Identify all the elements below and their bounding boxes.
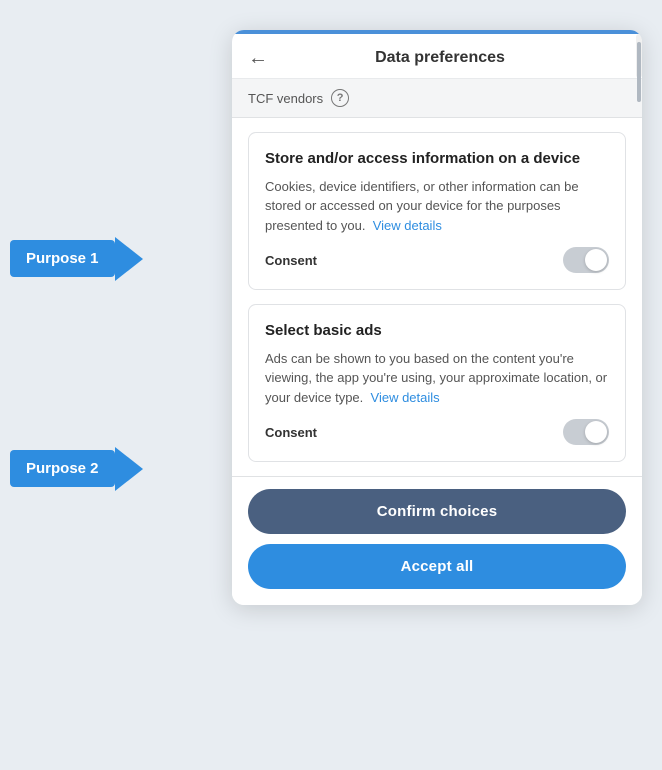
purpose-1-toggle-knob bbox=[585, 249, 607, 271]
purpose-1-consent-label: Consent bbox=[265, 253, 317, 268]
tcf-help-icon[interactable]: ? bbox=[331, 89, 349, 107]
modal-card: ← Data preferences TCF vendors ? Store a… bbox=[232, 30, 642, 605]
scrollbar-thumb bbox=[637, 42, 641, 102]
purpose-2-title: Select basic ads bbox=[265, 321, 609, 341]
outer-wrapper: Purpose 1 Purpose 2 ← Data preferences T… bbox=[0, 20, 662, 770]
purpose-2-view-details-link[interactable]: View details bbox=[371, 390, 440, 405]
purpose-2-toggle[interactable] bbox=[563, 419, 609, 445]
scrollbar-track bbox=[636, 34, 642, 78]
tcf-vendors-label: TCF vendors bbox=[248, 91, 323, 106]
confirm-choices-button[interactable]: Confirm choices bbox=[248, 489, 626, 534]
modal-footer: Confirm choices Accept all bbox=[232, 476, 642, 605]
back-button[interactable]: ← bbox=[248, 48, 278, 68]
purpose-1-arrow: Purpose 1 bbox=[10, 240, 115, 277]
modal-title: Data preferences bbox=[278, 49, 626, 67]
purpose-1-desc: Cookies, device identifiers, or other in… bbox=[265, 177, 609, 236]
purpose-2-label: Purpose 2 bbox=[10, 450, 115, 487]
purpose-2-card: Select basic ads Ads can be shown to you… bbox=[248, 304, 626, 462]
modal-header: ← Data preferences bbox=[232, 34, 642, 79]
purpose-1-view-details-link[interactable]: View details bbox=[373, 218, 442, 233]
purpose-1-label: Purpose 1 bbox=[10, 240, 115, 277]
purpose-1-title: Store and/or access information on a dev… bbox=[265, 149, 609, 169]
tcf-vendors-row: TCF vendors ? bbox=[232, 79, 642, 118]
purpose-2-toggle-knob bbox=[585, 421, 607, 443]
purpose-1-card: Store and/or access information on a dev… bbox=[248, 132, 626, 290]
modal-scroll-area[interactable]: Store and/or access information on a dev… bbox=[232, 118, 642, 476]
purpose-1-consent-row: Consent bbox=[265, 247, 609, 273]
accept-all-button[interactable]: Accept all bbox=[248, 544, 626, 589]
purpose-1-toggle[interactable] bbox=[563, 247, 609, 273]
purpose-2-desc: Ads can be shown to you based on the con… bbox=[265, 349, 609, 408]
purpose-2-consent-row: Consent bbox=[265, 419, 609, 445]
purpose-2-arrow: Purpose 2 bbox=[10, 450, 115, 487]
purpose-2-consent-label: Consent bbox=[265, 425, 317, 440]
